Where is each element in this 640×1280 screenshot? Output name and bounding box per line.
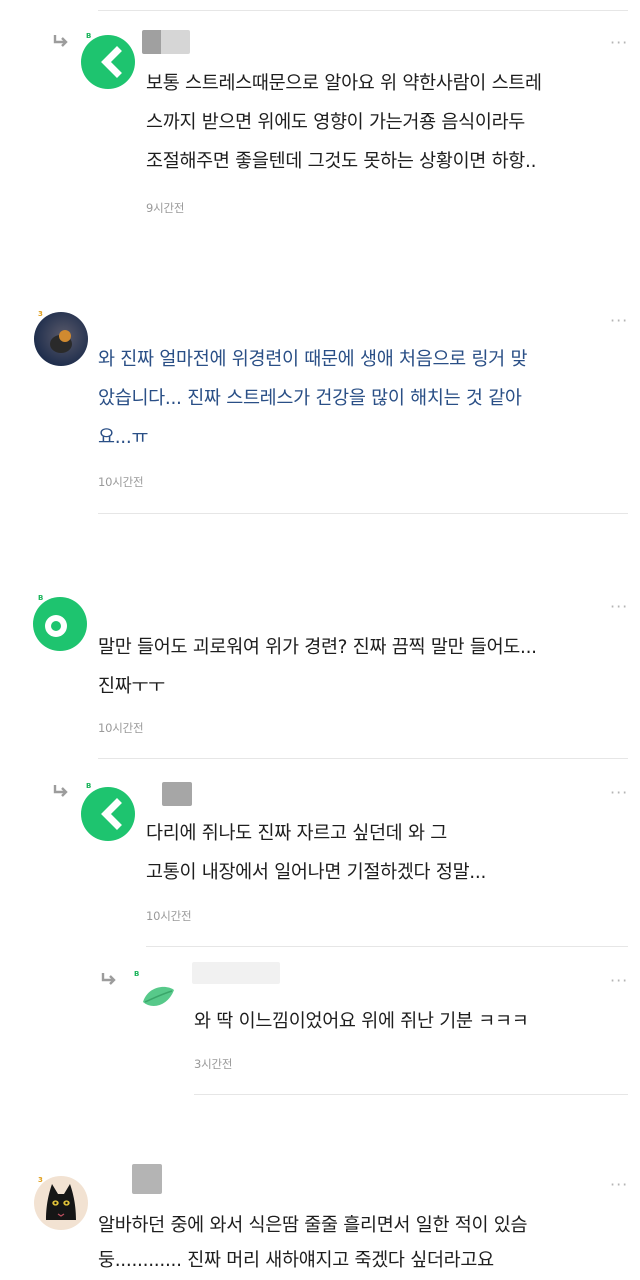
timestamp: 10시간전 <box>98 475 144 489</box>
comment-line: 다리에 쥐나도 진짜 자르고 싶던데 와 그 <box>146 823 448 844</box>
username-blurred[interactable] <box>132 1164 162 1194</box>
comment-line: 둥............ 진짜 머리 새하얘지고 죽겠다 싶더라고요 <box>98 1250 494 1271</box>
comment-line: 알바하던 중에 와서 식은땀 줄줄 흘리면서 일한 적이 있슴 <box>98 1215 528 1236</box>
timestamp: 10시간전 <box>98 721 144 735</box>
black-cat-avatar[interactable] <box>34 1176 88 1230</box>
photo-avatar[interactable] <box>34 312 88 366</box>
divider <box>98 513 628 514</box>
comment-line: 말만 들어도 괴로워여 위가 경련? 진짜 끔찍 말만 들어도... <box>98 637 537 658</box>
divider <box>98 10 628 11</box>
level-badge: B <box>134 970 140 978</box>
divider <box>98 758 628 759</box>
divider <box>146 946 628 947</box>
username-blurred[interactable] <box>192 962 280 984</box>
comment-line: 았습니다... 진짜 스트레스가 건강을 많이 해치는 것 같아 <box>98 388 522 409</box>
username-blurred[interactable] <box>162 782 192 806</box>
reply-arrow-icon <box>53 35 68 47</box>
comment-line: 요...ㅠ <box>98 427 149 448</box>
more-options-icon[interactable]: ··· <box>610 1177 628 1193</box>
comment-line: 진짜ㅜㅜ <box>98 676 165 697</box>
comment-line: 보통 스트레스때문으로 알아요 위 약한사람이 스트레 <box>146 73 542 94</box>
green-ring-avatar-icon[interactable] <box>32 596 88 652</box>
timestamp: 10시간전 <box>146 909 192 923</box>
more-options-icon[interactable]: ··· <box>610 35 628 51</box>
timestamp: 3시간전 <box>194 1057 233 1071</box>
comment-line: 고통이 내장에서 일어나면 기절하겠다 정말... <box>146 862 487 883</box>
comment-line: 와 딱 이느낌이었어요 위에 쥐난 기분 ㅋㅋㅋ <box>194 1011 529 1032</box>
comment-line: 스까지 받으면 위에도 영향이 가는거죵 음식이라두 <box>146 112 526 133</box>
comment-line: 조절해주면 좋을텐데 그것도 못하는 상황이면 하항.. <box>146 151 537 172</box>
more-options-icon[interactable]: ··· <box>610 599 628 615</box>
username-blurred[interactable] <box>142 30 190 54</box>
timestamp: 9시간전 <box>146 201 185 215</box>
reply-arrow-icon <box>53 785 68 797</box>
leaf-avatar-icon[interactable] <box>140 980 176 1016</box>
comment-line: 와 진짜 얼마전에 위경련이 때문에 생애 처음으로 링거 맞 <box>98 349 528 370</box>
green-c-avatar-icon[interactable] <box>80 34 136 90</box>
divider <box>194 1094 628 1095</box>
more-options-icon[interactable]: ··· <box>610 785 628 801</box>
green-c-avatar-icon[interactable] <box>80 786 136 842</box>
reply-arrow-icon <box>101 973 116 985</box>
more-options-icon[interactable]: ··· <box>610 973 628 989</box>
more-options-icon[interactable]: ··· <box>610 313 628 329</box>
